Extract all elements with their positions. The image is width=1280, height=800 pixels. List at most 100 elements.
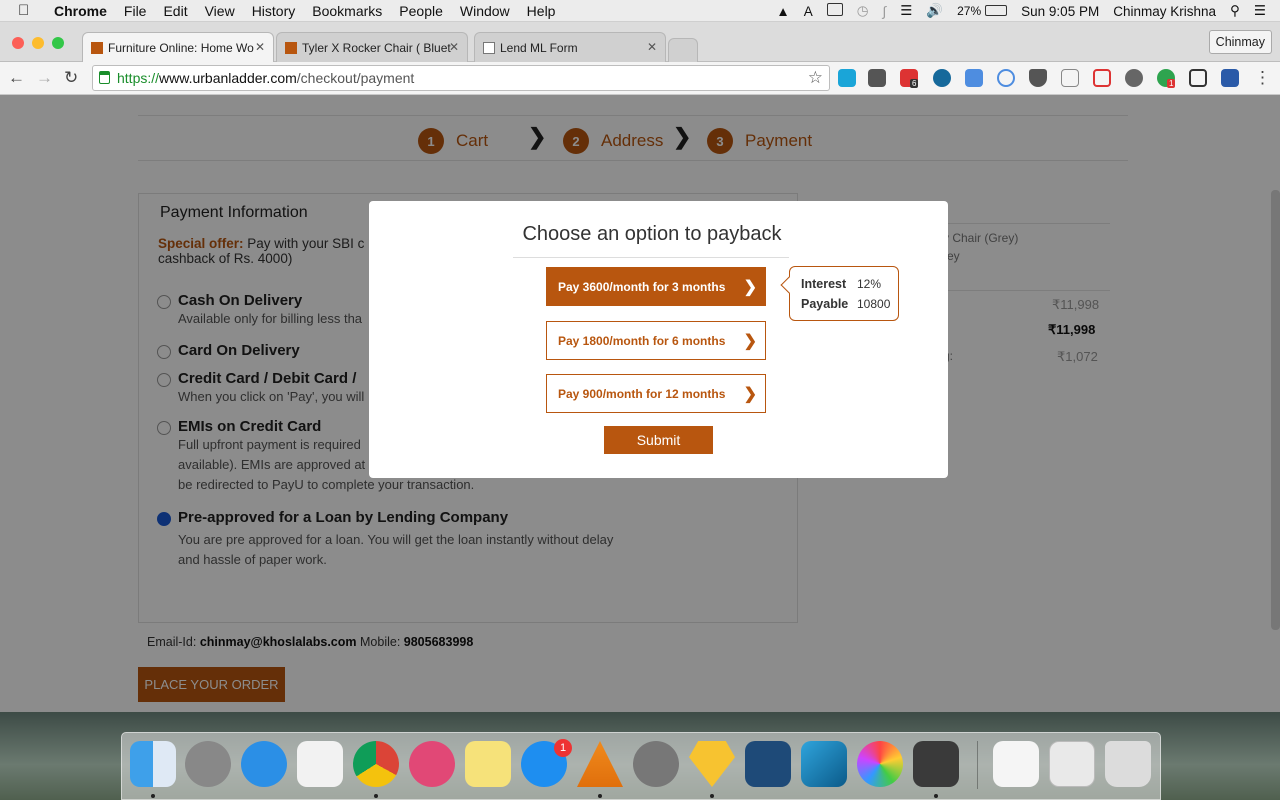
new-tab-button[interactable] [668,38,698,62]
system-preferences-icon[interactable] [633,741,679,787]
menu-bookmarks[interactable]: Bookmarks [312,3,382,19]
extension-icon[interactable] [1093,69,1111,87]
close-tab-icon[interactable]: ✕ [255,40,265,54]
interest-value: 12% [857,277,882,291]
downloads-stack-icon[interactable] [993,741,1039,787]
tab-furniture-online[interactable]: Furniture Online: Home Wo ✕ [82,32,274,62]
reload-icon[interactable]: ↻ [64,68,78,88]
running-indicator [598,794,602,798]
modal-title: Choose an option to payback [522,223,782,245]
webstorm-icon[interactable] [801,741,847,787]
adobe-icon[interactable]: A [804,4,813,19]
chrome-icon[interactable] [353,741,399,787]
profile-button[interactable]: Chinmay [1208,30,1272,54]
urbanladder-favicon-icon [285,41,297,54]
chrome-menu-icon[interactable]: ⋮ [1254,68,1271,88]
apple-icon[interactable]:  [18,2,40,19]
menu-window[interactable]: Window [460,3,510,19]
itunes-icon[interactable] [409,741,455,787]
vlc-icon[interactable] [577,741,623,787]
documents-stack-icon[interactable] [1049,741,1095,787]
time-machine-icon[interactable]: ◷ [857,3,869,19]
extension-icon[interactable]: 1 [1157,69,1176,88]
extension-icon[interactable] [868,69,886,87]
plan-6-months[interactable]: Pay 1800/month for 6 months ❯ [546,321,766,360]
notes-icon[interactable] [465,741,511,787]
extension-badge: 6 [910,79,919,88]
clock[interactable]: Sun 9:05 PM [1021,4,1099,19]
bookmark-star-icon[interactable]: ☆ [808,68,823,88]
payable-label: Payable [801,297,849,311]
running-indicator [934,794,938,798]
trash-icon[interactable] [1105,741,1151,787]
menu-view[interactable]: View [205,3,235,19]
extension-icon[interactable] [1221,69,1239,87]
bluetooth-icon[interactable]: ∫ [883,4,887,19]
extension-icon[interactable] [965,69,983,87]
extension-icon[interactable] [933,69,951,87]
tooltip-payable-row: Payable 10800 [801,297,890,311]
dock: 1 [121,732,1161,800]
tab-label: Lend ML Form [500,40,578,55]
url-scheme: https:// [117,70,160,86]
airplay-icon[interactable] [826,3,843,19]
battery-icon[interactable] [985,4,1008,19]
url-host: www.urbanladder.com [159,70,297,86]
extension-icon[interactable] [997,69,1015,87]
app-store-badge: 1 [554,739,572,757]
back-icon[interactable]: ← [8,68,25,88]
extension-icon[interactable] [838,69,856,87]
close-tab-icon[interactable]: ✕ [449,40,459,54]
plan-3-months[interactable]: Pay 3600/month for 3 months ❯ [546,267,766,306]
plan-tooltip: Interest 12% Payable 10800 [789,266,899,321]
drive-icon[interactable]: ▲ [776,4,789,19]
user-name[interactable]: Chinmay Krishna [1113,4,1216,19]
extension-icon[interactable] [1061,69,1079,87]
edit-icon[interactable] [1189,69,1207,87]
address-bar[interactable]: https:// www.urbanladder.com /checkout/p… [92,65,830,91]
pocket-icon[interactable] [1029,69,1047,87]
safari-icon[interactable] [241,741,287,787]
close-tab-icon[interactable]: ✕ [647,40,657,54]
browser-toolbar: ← → ↻ https:// www.urbanladder.com /chec… [0,62,1280,95]
photos-icon[interactable] [857,741,903,787]
extension-icon[interactable] [1125,69,1143,87]
plan-label: Pay 1800/month for 6 months [558,333,726,348]
battery-percent[interactable]: 27% [957,4,981,18]
volume-icon[interactable]: 🔊 [926,3,943,19]
sketch-icon[interactable] [689,741,735,787]
tab-label: Furniture Online: Home Wo [108,40,254,55]
minimize-window-button[interactable] [32,37,44,49]
tab-lend-ml-form[interactable]: Lend ML Form ✕ [474,32,666,62]
finder-icon[interactable] [130,741,176,787]
submit-button[interactable]: Submit [604,426,713,454]
extension-icon[interactable]: 6 [900,69,919,88]
tab-tyler-chair[interactable]: Tyler X Rocker Chair ( Bluet ✕ [276,32,468,62]
plan-12-months[interactable]: Pay 900/month for 12 months ❯ [546,374,766,413]
forward-icon[interactable]: → [36,68,53,88]
lock-icon [99,71,110,84]
spotlight-icon[interactable]: ⚲ [1230,3,1240,19]
sublime-text-icon[interactable] [913,741,959,787]
launchpad-icon[interactable] [185,741,231,787]
page-scrollbar[interactable] [1271,190,1280,630]
menu-app-name[interactable]: Chrome [54,3,107,19]
interest-label: Interest [801,277,847,291]
menu-help[interactable]: Help [527,3,556,19]
menu-people[interactable]: People [399,3,443,19]
notification-center-icon[interactable]: ☰ [1254,3,1266,19]
zoom-window-button[interactable] [52,37,64,49]
menu-edit[interactable]: Edit [163,3,187,19]
divider [513,257,789,258]
menu-file[interactable]: File [124,3,147,19]
wifi-icon[interactable]: ☰ [900,3,912,19]
plan-label: Pay 3600/month for 3 months [558,279,726,294]
running-indicator [710,794,714,798]
plan-label: Pay 900/month for 12 months [558,386,726,401]
menu-history[interactable]: History [252,3,296,19]
app-grid-icon[interactable] [297,741,343,787]
chevron-right-icon: ❯ [743,333,757,350]
urbanladder-favicon-icon [91,41,103,54]
close-window-button[interactable] [12,37,24,49]
mysql-workbench-icon[interactable] [745,741,791,787]
